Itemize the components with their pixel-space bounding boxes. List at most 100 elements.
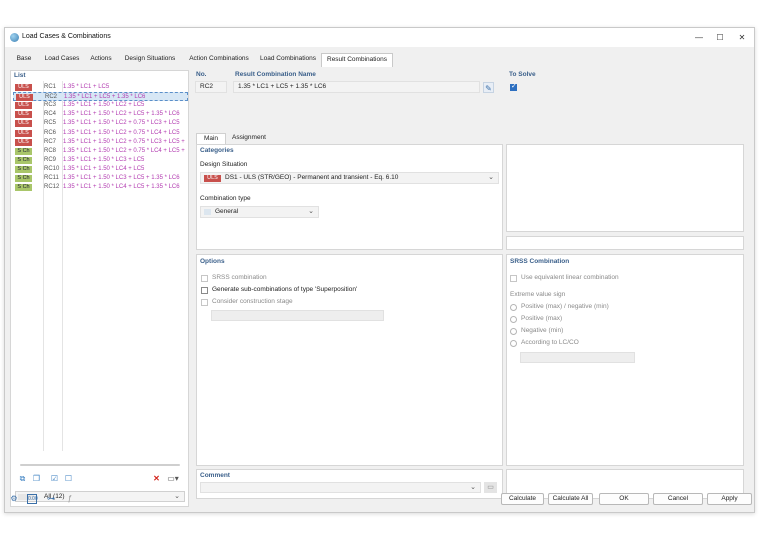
radio-negative[interactable] (510, 328, 517, 335)
srss-checkbox[interactable] (201, 275, 208, 282)
horizontal-scrollbar[interactable] (20, 464, 180, 466)
check-all-icon[interactable]: ☑ (49, 473, 60, 484)
to-solve-label: To Solve (509, 71, 536, 78)
formula-icon[interactable]: ƒ (65, 494, 75, 504)
list-item[interactable]: S Ch RC11 1.35 * LC1 + 1.50 * LC3 + LC5 + … (13, 174, 188, 183)
radio-positive[interactable] (510, 316, 517, 323)
calculate-button[interactable]: Calculate (501, 493, 544, 505)
list-item-id: RC10 (44, 165, 60, 172)
list-item-expression: 1.35 * LC1 + 1.50 * LC3 + LC5 + 1.35 * L… (63, 175, 180, 181)
list-item-expression: 1.35 * LC1 + 1.50 * LC2 + 0.75 * LC3 + L… (63, 120, 180, 127)
minimize-button[interactable]: — (688, 31, 710, 44)
tab-design-situations[interactable]: Design Situations (121, 53, 179, 66)
list-filter-select[interactable]: All (12) ⌄ (15, 491, 185, 502)
tab-result-combinations[interactable]: Result Combinations (321, 53, 393, 67)
no-field[interactable]: RC2 (195, 81, 227, 93)
list-item-badge: ULS (15, 138, 32, 146)
list-item-badge: ULS (15, 84, 32, 91)
main-tabs: Base Load Cases Actions Design Situation… (5, 53, 754, 67)
uncheck-all-icon[interactable]: ☐ (63, 473, 74, 484)
list-item-expression: 1.35 * LC1 + 1.50 * LC4 + LC5 + 1.35 * L… (63, 184, 180, 191)
list-item-id: RC7 (44, 138, 57, 145)
lc-co-field[interactable] (520, 352, 635, 363)
superposition-checkbox[interactable] (201, 287, 208, 294)
list-item[interactable]: ULS RC3 1.35 * LC1 + 1.50 * LC2 + LC5 (13, 101, 188, 110)
name-label: Result Combination Name (235, 71, 316, 78)
maximize-button[interactable]: ☐ (709, 31, 731, 44)
combination-type-label: Combination type (200, 195, 251, 202)
list-item-expression: 1.35 * LC1 + 1.50 * LC2 + LC5 + 1.35 * L… (63, 111, 180, 118)
list-item-id: RC8 (44, 147, 57, 154)
title-bar: Load Cases & Combinations — ☐ ✕ (5, 28, 754, 47)
list-item-expression: 1.35 * LC1 + 1.50 * LC3 + LC5 (63, 156, 145, 163)
list-item-badge: S Ch (15, 175, 32, 182)
list-item[interactable]: S Ch RC10 1.35 * LC1 + 1.50 * LC4 + LC5 (13, 165, 188, 174)
list-item-id: RC12 (44, 184, 60, 191)
to-solve-checkbox[interactable] (510, 82, 517, 91)
list-item-expression: 1.35 * LC1 + 1.50 * LC4 + LC5 (63, 165, 145, 172)
combination-type-select[interactable]: General ⌄ (200, 206, 319, 218)
list-item-id: RC3 (44, 102, 57, 109)
design-situation-select[interactable]: ULS DS1 - ULS (STR/GEO) - Permanent and … (200, 172, 499, 184)
chevron-down-icon: ⌄ (470, 484, 476, 491)
delete-icon[interactable]: ✕ (151, 473, 162, 484)
list-toolbar: ⧉ ❐ ☑ ☐ ✕ ▭▾ (15, 473, 187, 485)
list-item[interactable]: S Ch RC8 1.35 * LC1 + 1.50 * LC2 + 0.75 * … (13, 147, 188, 156)
list-item[interactable]: S Ch RC12 1.35 * LC1 + 1.50 * LC4 + LC5 + … (13, 183, 188, 192)
list-item[interactable]: ULS RC4 1.35 * LC1 + 1.50 * LC2 + LC5 + 1.… (13, 110, 188, 119)
ok-button[interactable]: OK (599, 493, 649, 505)
uls-badge: ULS (204, 175, 221, 182)
list-item-expression: 1.35 * LC1 + 1.50 * LC2 + 0.75 * LC4 + L… (63, 129, 180, 136)
program-icon[interactable]: ⚙ (9, 494, 19, 504)
calculate-all-button[interactable]: Calculate All (548, 493, 593, 505)
list-label: List (14, 72, 26, 79)
tab-base[interactable]: Base (13, 53, 35, 66)
list-item-expression: 1.35 * LC1 + LC5 + 1.35 * LC6 (64, 94, 146, 101)
list-item-badge: ULS (15, 129, 32, 137)
tree-icon[interactable]: ⊶ (46, 494, 56, 504)
list-item[interactable]: ULS RC5 1.35 * LC1 + 1.50 * LC2 + 0.75 * L… (13, 119, 188, 128)
construction-stage-field[interactable] (211, 310, 384, 321)
cancel-button[interactable]: Cancel (653, 493, 703, 505)
list-item[interactable]: ULS RC7 1.35 * LC1 + 1.50 * LC2 + 0.75 * L… (13, 138, 188, 147)
list-item[interactable]: S Ch RC9 1.35 * LC1 + 1.50 * LC3 + LC5 (13, 156, 188, 165)
copy-item-icon[interactable]: ❐ (31, 473, 42, 484)
name-field[interactable]: 1.35 * LC1 + LC5 + 1.35 * LC6 (233, 81, 480, 93)
srss-label: SRSS combination (212, 274, 267, 281)
radio-positive-negative-label: Positive (max) / negative (min) (521, 303, 609, 310)
tab-action-combinations[interactable]: Action Combinations (184, 53, 254, 66)
list-item-id: RC9 (44, 156, 57, 163)
list-item-expression: 1.35 * LC1 + 1.50 * LC2 + 0.75 * LC4 + L… (63, 147, 185, 154)
tab-load-combinations[interactable]: Load Combinations (257, 53, 319, 66)
dialog-window: Load Cases & Combinations — ☐ ✕ Base Loa… (4, 27, 755, 513)
list-item[interactable]: ULS RC6 1.35 * LC1 + 1.50 * LC2 + 0.75 * L… (13, 129, 188, 138)
info-box (506, 236, 744, 250)
options-label: Options (200, 258, 225, 265)
construction-stage-checkbox[interactable] (201, 299, 208, 306)
tab-actions[interactable]: Actions (87, 53, 115, 66)
list-item-id: RC4 (44, 111, 57, 118)
apply-button[interactable]: Apply (707, 493, 752, 505)
close-button[interactable]: ✕ (731, 31, 753, 44)
no-label: No. (196, 71, 207, 78)
list-item-expression: 1.35 * LC1 + 1.50 * LC2 + 0.75 * LC3 + L… (63, 138, 185, 145)
radio-positive-negative[interactable] (510, 304, 517, 311)
comment-library-icon[interactable]: ▭ (484, 482, 497, 493)
view-options-icon[interactable]: ▭▾ (163, 473, 183, 484)
radio-according-lc-co[interactable] (510, 340, 517, 347)
app-icon (10, 33, 19, 42)
units-icon[interactable]: 0.00 (27, 494, 38, 504)
new-item-icon[interactable]: ⧉ (17, 473, 28, 484)
subtab-assignment[interactable]: Assignment (227, 133, 271, 144)
chevron-down-icon: ⌄ (308, 208, 314, 215)
list-item-badge: S Ch (15, 184, 32, 192)
comment-input[interactable]: ⌄ (200, 482, 481, 493)
list-item[interactable]: ULS RC2 1.35 * LC1 + LC5 + 1.35 * LC6 (13, 92, 188, 102)
list-item[interactable]: ULS RC1 1.35 * LC1 + LC5 (13, 83, 188, 92)
equivalent-linear-checkbox[interactable] (510, 275, 517, 282)
tab-load-cases[interactable]: Load Cases (43, 53, 81, 66)
list-item-id: RC6 (44, 129, 57, 136)
design-situation-label: Design Situation (200, 161, 248, 168)
edit-name-icon[interactable]: ✎ (483, 82, 494, 93)
categories-label: Categories (200, 147, 234, 154)
